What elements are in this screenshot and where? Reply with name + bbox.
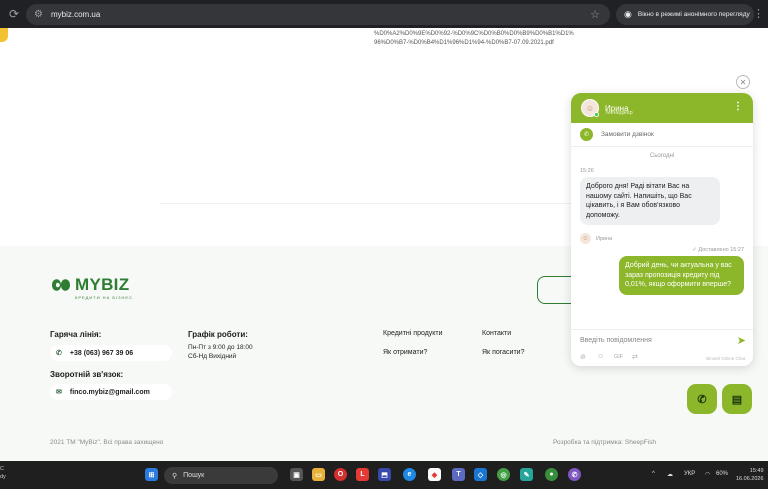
dropbox-icon[interactable]: ◇ [474, 468, 487, 481]
bookmark-star-icon[interactable]: ☆ [590, 8, 600, 21]
tray-chevron-icon[interactable]: ^ [652, 471, 655, 477]
author-name: Ирина [596, 235, 613, 242]
chat-close-icon[interactable]: ✕ [736, 75, 750, 89]
site-info-icon[interactable]: ⚙ [34, 9, 43, 20]
incognito-icon: ◉ [624, 9, 632, 19]
developer-credit[interactable]: Розробка та підтримка: SheepFish [553, 439, 656, 446]
schedule-weekend: Сб-Нд Вихідний [188, 353, 237, 360]
chat-header: ☺ Ирина Менеджер ⋮ [571, 93, 753, 123]
email-button[interactable]: ✉ finco.mybiz@gmail.com [50, 384, 172, 400]
outgoing-message: Добрий день, чи актуальна у вас зараз пр… [619, 256, 744, 295]
link-contacts[interactable]: Контакти [482, 330, 511, 337]
hotline-phone: +38 (063) 967 39 06 [69, 349, 134, 357]
app-l-icon[interactable]: L [356, 468, 369, 481]
language-indicator[interactable]: УКР [684, 471, 695, 477]
reload-icon[interactable]: ⟳ [5, 7, 23, 21]
teams-icon[interactable]: T [452, 468, 465, 481]
address-bar[interactable]: ⚙ mybiz.com.ua ☆ [26, 4, 610, 25]
incoming-message: Доброго дня! Раді вітати Вас на нашому с… [580, 177, 720, 225]
hotline-phone-button[interactable]: ✆ +38 (063) 967 39 06 [50, 345, 172, 361]
chat-fab-button[interactable]: ▤ [722, 384, 752, 414]
system-clock[interactable]: 15:49 16.06.2026 [736, 467, 764, 483]
date-separator: Сьогодні [649, 153, 675, 159]
powered-by: Binotel Online Chat [706, 356, 745, 361]
attach-icon[interactable]: ⊘ [580, 353, 586, 361]
cloud-icon[interactable]: ☁ [667, 471, 673, 478]
incognito-label: Вікно в режимі анонімного перегляду [637, 11, 750, 18]
call-fab-button[interactable]: ✆ [687, 384, 717, 414]
app-green-icon[interactable]: ● [545, 468, 558, 481]
link-credit-products[interactable]: Кредитні продукти [383, 330, 443, 337]
schedule-weekdays: Пн-Пт з 9:00 до 18:00 [188, 344, 253, 351]
weather-label: dy [0, 474, 6, 480]
wifi-icon[interactable]: ◠ [705, 471, 710, 478]
clock-date: 16.06.2026 [736, 476, 764, 482]
phone-icon: ✆ [580, 128, 593, 141]
chat-menu-icon[interactable]: ⋮ [733, 101, 743, 112]
file-explorer-icon[interactable]: ▭ [312, 468, 325, 481]
feedback-title: Зворотній зв'язок: [50, 370, 124, 379]
phone-icon: ✆ [56, 350, 62, 357]
copyright-text: 2021 ТМ "MyBiz". Всі права захищено [50, 439, 164, 446]
chrome-icon[interactable]: ◎ [497, 468, 510, 481]
author-avatar: ☺ [580, 233, 591, 244]
clock-time: 15:49 [749, 468, 764, 474]
search-label: Пошук [183, 472, 205, 479]
link-how-to-repay[interactable]: Як погасити? [482, 349, 524, 356]
app-icon[interactable]: ◆ [428, 468, 441, 481]
delivery-status: ✓ Доставлено 15:27 [692, 247, 744, 253]
url-text: mybiz.com.ua [50, 10, 101, 19]
emoji-icon[interactable]: ☺ [597, 353, 604, 360]
chat-widget: ☺ Ирина Менеджер ⋮ ✆ Замовити дзвінок Сь… [571, 93, 753, 366]
browser-menu-icon[interactable]: ⋮ [753, 7, 764, 20]
mail-icon: ✉ [56, 389, 62, 396]
online-status-dot [594, 112, 599, 117]
corner-badge [0, 28, 8, 42]
task-view-icon[interactable]: ▣ [290, 468, 303, 481]
incognito-indicator[interactable]: ◉ Вікно в режимі анонімного перегляду [616, 4, 754, 25]
battery-level[interactable]: 60% [716, 471, 728, 477]
callback-label: Замовити дзвінок [601, 131, 654, 138]
translate-icon[interactable]: ⇄ [632, 353, 638, 361]
gif-button[interactable]: GIF [614, 354, 623, 360]
email-address: finco.mybiz@gmail.com [69, 388, 150, 396]
taskbar-search[interactable]: ⚲ Пошук [164, 467, 278, 484]
logo-leaf-icon [52, 279, 70, 291]
chat-input-area: Введіть повідомлення ➤ ⊘ ☺ GIF ⇄ Binotel… [571, 329, 753, 366]
message-author: ☺ Ирина [580, 233, 753, 244]
send-icon[interactable]: ➤ [737, 334, 746, 347]
app-cyan-icon[interactable]: ✎ [520, 468, 533, 481]
os-taskbar: C dy ⊞ ⚲ Пошук ▣ ▭ O L ⬒ e ◆ T ◇ ◎ ✎ ● ✆… [0, 461, 768, 489]
search-icon: ⚲ [172, 472, 178, 480]
schedule-title: Графік роботи: [188, 330, 248, 339]
message-input[interactable]: Введіть повідомлення [580, 337, 652, 344]
hotline-title: Гаряча лінія: [50, 330, 102, 339]
opera-icon[interactable]: O [334, 468, 347, 481]
content-divider [160, 203, 580, 204]
logo-text: MYBIZ [75, 275, 130, 294]
callback-request-button[interactable]: ✆ Замовити дзвінок [571, 123, 753, 147]
viber-icon[interactable]: ✆ [568, 468, 581, 481]
link-how-to-get[interactable]: Як отримати? [383, 349, 427, 356]
pdf-document-link[interactable]: %D0%A2%D0%9E%D0%92-%D0%9C%D0%B0%D0%B9%D0… [374, 30, 574, 48]
message-time: 15:26 [580, 168, 594, 174]
mybiz-logo[interactable]: MYBIZ [50, 275, 129, 295]
weather-temp: C [0, 466, 4, 472]
store-icon[interactable]: ⬒ [378, 468, 391, 481]
edge-icon[interactable]: e [403, 468, 416, 481]
windows-start-icon[interactable]: ⊞ [145, 468, 158, 481]
browser-toolbar: ⟳ ⚙ mybiz.com.ua ☆ ◉ Вікно в режимі анон… [0, 0, 768, 28]
agent-role: Менеджер [606, 110, 633, 116]
weather-widget[interactable]: C dy [0, 465, 6, 481]
logo-subtext: КРЕДИТИ НА БІЗНЕС [75, 295, 133, 300]
agent-avatar: ☺ [581, 99, 599, 117]
